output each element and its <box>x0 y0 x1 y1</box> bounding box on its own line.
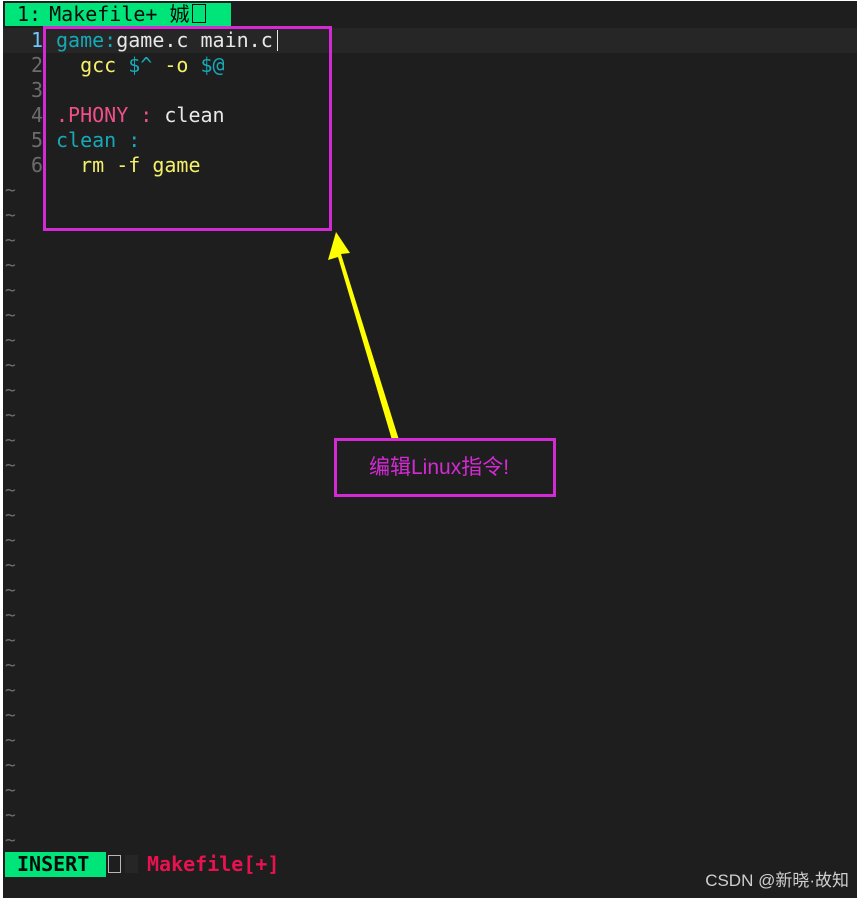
line-number: 5 <box>30 128 43 152</box>
empty-line-marker: ~ <box>5 655 16 676</box>
unknown-glyph-icon <box>191 4 206 23</box>
empty-line-marker: ~ <box>5 730 16 751</box>
line-number: 1 <box>30 28 43 52</box>
line-number: 4 <box>30 103 43 127</box>
empty-line-marker: ~ <box>5 380 16 401</box>
empty-line-marker: ~ <box>5 630 16 651</box>
empty-line-marker: ~ <box>5 580 16 601</box>
unknown-glyph-icon <box>125 855 138 873</box>
empty-line-marker: ~ <box>5 455 16 476</box>
empty-line-marker: ~ <box>5 680 16 701</box>
unknown-glyph-icon <box>108 855 121 873</box>
line-number: 6 <box>30 153 43 177</box>
empty-line-marker: ~ <box>5 480 16 501</box>
mode-indicator: INSERT <box>5 852 106 877</box>
empty-line-marker: ~ <box>5 305 16 326</box>
empty-line-marker: ~ <box>5 255 16 276</box>
tab-makefile[interactable]: 1: Makefile+ 娍 <box>5 3 231 26</box>
empty-line-marker: ~ <box>5 805 16 826</box>
empty-line-marker: ~ <box>5 780 16 801</box>
watermark: CSDN @新晓·故知 <box>705 871 849 890</box>
empty-line-marker: ~ <box>5 230 16 251</box>
tabline: 1: Makefile+ 娍 <box>3 1 857 27</box>
empty-line-marker: ~ <box>5 555 16 576</box>
empty-line-marker: ~ <box>5 205 16 226</box>
empty-line-marker: ~ <box>5 755 16 776</box>
empty-line-marker: ~ <box>5 705 16 726</box>
tab-title: Makefile+ 娍 <box>49 2 190 26</box>
empty-line-marker: ~ <box>5 355 16 376</box>
empty-line-marker: ~ <box>5 180 16 201</box>
code-highlight-box <box>43 26 332 231</box>
empty-line-marker: ~ <box>5 505 16 526</box>
empty-line-marker: ~ <box>5 405 16 426</box>
tab-number: 1: <box>17 2 42 26</box>
empty-line-marker: ~ <box>5 530 16 551</box>
statusline-filename: Makefile[+] <box>147 852 280 876</box>
empty-line-marker: ~ <box>5 605 16 626</box>
empty-line-marker: ~ <box>5 830 16 851</box>
line-number: 2 <box>30 53 43 77</box>
empty-line-marker: ~ <box>5 330 16 351</box>
empty-line-marker: ~ <box>5 280 16 301</box>
empty-line-marker: ~ <box>5 430 16 451</box>
line-number: 3 <box>30 78 43 102</box>
annotation-label: 编辑Linux指令! <box>369 456 510 479</box>
